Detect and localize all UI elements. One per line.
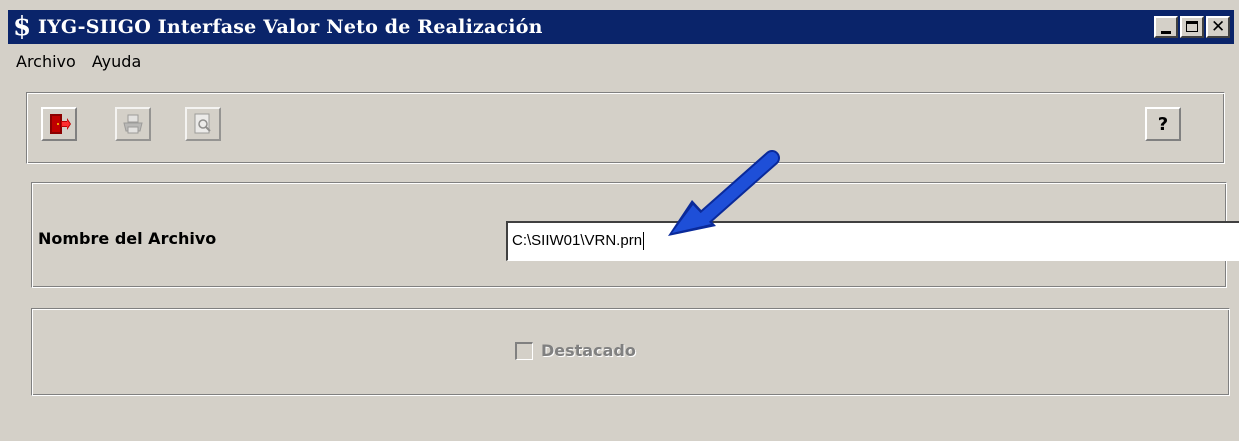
destacado-checkbox[interactable] — [515, 341, 533, 360]
options-panel: Destacado — [31, 308, 1230, 396]
maximize-button[interactable] — [1180, 16, 1204, 38]
exit-door-icon — [50, 114, 71, 134]
filename-input[interactable]: C:\SIIW01\VRN.prn — [506, 221, 1239, 261]
print-button[interactable] — [115, 107, 151, 141]
close-button[interactable]: ✕ — [1206, 16, 1230, 38]
close-icon: ✕ — [1211, 17, 1226, 37]
help-button[interactable]: ? — [1145, 107, 1181, 141]
print-preview-button[interactable] — [185, 107, 221, 141]
text-caret — [643, 232, 645, 251]
minimize-button[interactable] — [1154, 16, 1178, 38]
app-window: $ IYG-SIIGO Interfase Valor Neto de Real… — [0, 0, 1239, 441]
toolbar-panel: ? — [26, 92, 1225, 164]
minimize-icon — [1161, 31, 1171, 34]
help-question-icon: ? — [1157, 113, 1169, 135]
title-bar[interactable]: $ IYG-SIIGO Interfase Valor Neto de Real… — [8, 10, 1234, 44]
menu-ayuda[interactable]: Ayuda — [84, 52, 149, 71]
print-preview-icon — [194, 113, 211, 134]
filename-value: C:\SIIW01\VRN.prn — [512, 232, 643, 249]
filename-label: Nombre del Archivo — [38, 229, 217, 248]
dollar-sign-icon[interactable]: $ — [12, 12, 32, 42]
print-icon — [123, 114, 143, 134]
maximize-icon — [1186, 21, 1198, 32]
window-controls: ✕ — [1154, 16, 1230, 38]
window-title: IYG-SIIGO Interfase Valor Neto de Realiz… — [38, 16, 543, 38]
destacado-checkbox-row[interactable]: Destacado — [515, 341, 636, 360]
menu-bar: Archivo Ayuda — [8, 46, 1234, 76]
filename-panel: Nombre del Archivo C:\SIIW01\VRN.prn — [31, 182, 1239, 288]
exit-button[interactable] — [41, 107, 77, 141]
destacado-label: Destacado — [541, 341, 636, 360]
menu-archivo[interactable]: Archivo — [8, 52, 84, 71]
